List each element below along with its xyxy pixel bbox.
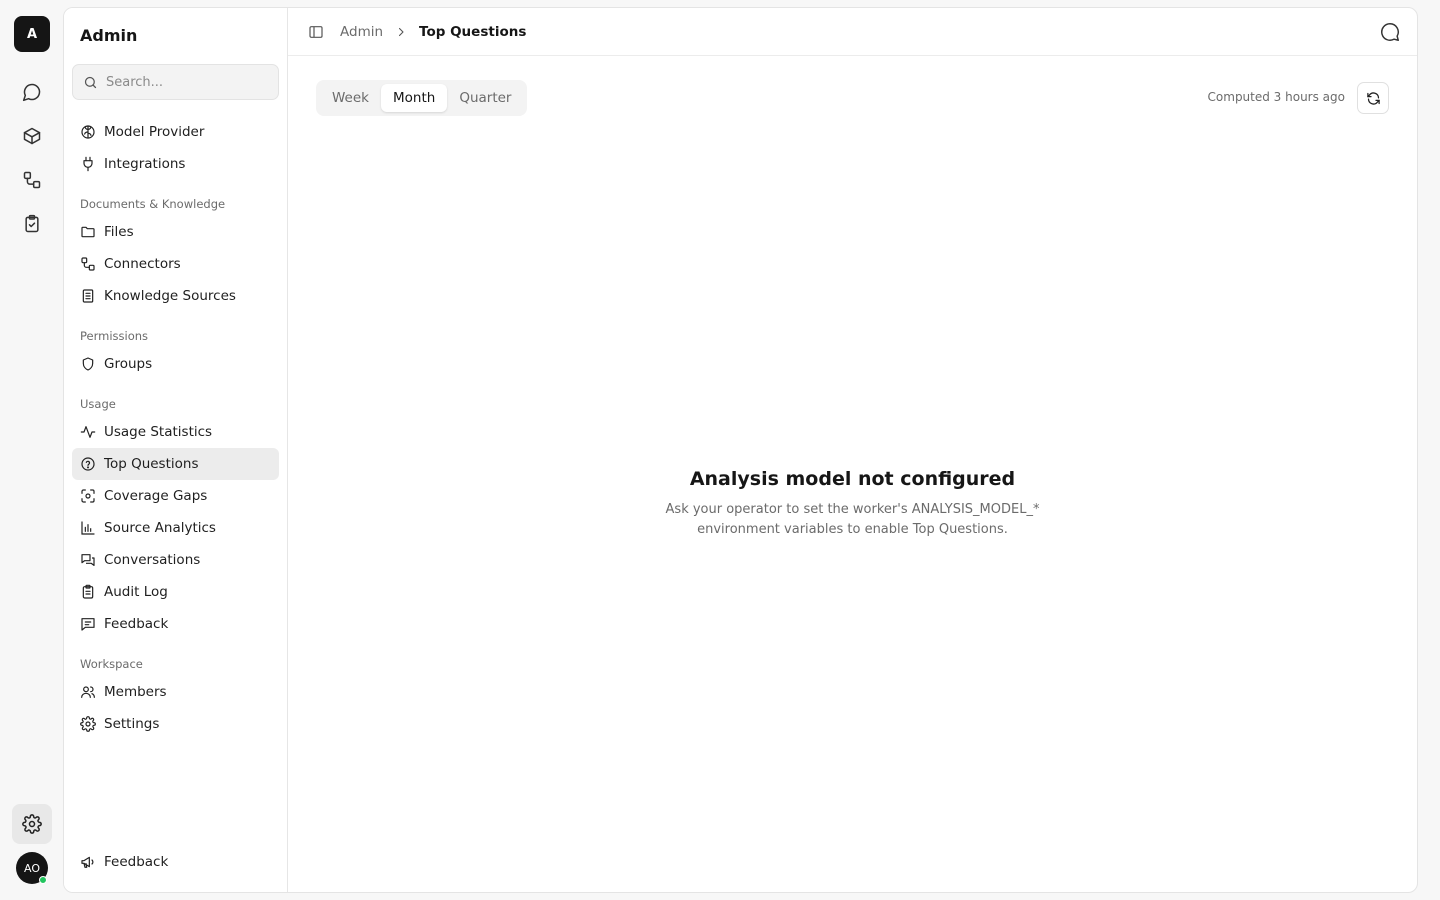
megaphone-icon (80, 854, 96, 870)
section-label-permissions: Permissions (80, 329, 149, 343)
nav-item-members[interactable]: Members (72, 676, 279, 708)
sidebar-toggle-icon[interactable] (308, 24, 324, 40)
message-square-text-icon (80, 616, 96, 632)
nav-item-label: Audit Log (104, 584, 168, 600)
nav-item-label: Groups (104, 356, 153, 372)
nav-item-label: Top Questions (104, 456, 199, 472)
chat-bubble-icon[interactable] (20, 80, 44, 104)
admin-panel: Admin Model Provider Integrations Docume… (63, 7, 1418, 893)
empty-state-description: Ask your operator to set the worker's AN… (665, 502, 1040, 537)
gear-icon (80, 716, 96, 732)
nav-item-label: Feedback (104, 616, 169, 632)
plug-icon (80, 156, 96, 172)
folder-icon (80, 224, 96, 240)
document-icon (80, 288, 96, 304)
section-label-documents: Documents & Knowledge (80, 197, 226, 211)
workspace-logo[interactable]: A (14, 16, 50, 52)
tab-quarter[interactable]: Quarter (447, 84, 523, 112)
chevron-right-icon (395, 26, 407, 38)
question-circle-icon (80, 456, 96, 472)
chat-icon[interactable] (1379, 21, 1401, 43)
nav-item-top-questions[interactable]: Top Questions (72, 448, 279, 480)
tab-month[interactable]: Month (381, 84, 448, 112)
users-icon (80, 684, 96, 700)
nav-item-label: Usage Statistics (104, 424, 213, 440)
user-avatar[interactable]: AO (16, 852, 48, 884)
section-label-usage: Usage (80, 397, 116, 411)
scan-icon (80, 488, 96, 504)
sidebar-footer: Feedback (72, 846, 279, 878)
nav-item-feedback[interactable]: Feedback (72, 608, 279, 640)
nav-item-integrations[interactable]: Integrations (72, 148, 279, 180)
nav-item-label: Connectors (104, 256, 181, 272)
breadcrumb-admin[interactable]: Admin (340, 24, 383, 40)
nav-item-connectors[interactable]: Connectors (72, 248, 279, 280)
nav-item-settings[interactable]: Settings (72, 708, 279, 740)
admin-settings-button[interactable] (12, 804, 52, 844)
section-label-workspace: Workspace (80, 657, 143, 671)
nav-item-audit-log[interactable]: Audit Log (72, 576, 279, 608)
search-icon (83, 75, 98, 90)
brain-icon (80, 124, 96, 140)
activity-icon (80, 424, 96, 440)
sidebar-search[interactable] (72, 64, 279, 100)
tab-week[interactable]: Week (320, 84, 381, 112)
nav-item-files[interactable]: Files (72, 216, 279, 248)
nav-item-label: Members (104, 684, 167, 700)
nav-item-model-provider[interactable]: Model Provider (72, 116, 279, 148)
main-content: Admin Top Questions Week Month Quarter C… (288, 8, 1417, 892)
empty-state-title: Analysis model not configured (689, 468, 1016, 490)
nav-item-label: Model Provider (104, 124, 205, 140)
nav-item-label: Settings (104, 716, 160, 732)
refresh-button[interactable] (1357, 82, 1389, 114)
empty-state: Analysis model not configured Ask your o… (288, 468, 1417, 540)
conversations-icon (80, 552, 96, 568)
shield-icon (80, 356, 96, 372)
avatar-initials: AO (24, 861, 40, 875)
nav-item-conversations[interactable]: Conversations (72, 544, 279, 576)
nav-item-label: Feedback (104, 854, 169, 870)
sidebar-title: Admin (80, 26, 138, 45)
admin-nav: Model Provider Integrations Documents & … (72, 116, 279, 740)
online-status-dot (39, 876, 47, 884)
nav-item-knowledge-sources[interactable]: Knowledge Sources (72, 280, 279, 312)
search-input[interactable] (106, 74, 266, 90)
nav-item-label: Integrations (104, 156, 186, 172)
nav-item-label: Conversations (104, 552, 201, 568)
nav-item-label: Coverage Gaps (104, 488, 208, 504)
admin-sidebar: Admin Model Provider Integrations Docume… (64, 8, 288, 892)
send-feedback-link[interactable]: Feedback (72, 846, 279, 878)
connectors-icon (80, 256, 96, 272)
nav-item-source-analytics[interactable]: Source Analytics (72, 512, 279, 544)
nav-item-coverage-gaps[interactable]: Coverage Gaps (72, 480, 279, 512)
nav-item-usage-statistics[interactable]: Usage Statistics (72, 416, 279, 448)
nav-item-groups[interactable]: Groups (72, 348, 279, 380)
period-tabs: Week Month Quarter (316, 80, 528, 116)
nav-item-label: Files (104, 224, 134, 240)
icon-rail: A AO (0, 0, 64, 900)
computed-timestamp: Computed 3 hours ago (1207, 90, 1345, 104)
breadcrumb-current: Top Questions (419, 23, 527, 40)
top-bar: Admin Top Questions (288, 8, 1417, 56)
bar-chart-icon (80, 520, 96, 536)
nav-item-label: Source Analytics (104, 520, 216, 536)
nav-item-label: Knowledge Sources (104, 288, 236, 304)
gear-icon (22, 814, 42, 834)
connectors-icon[interactable] (20, 168, 44, 192)
refresh-icon (1366, 91, 1381, 106)
clipboard-list-icon (80, 584, 96, 600)
cube-icon[interactable] (20, 124, 44, 148)
clipboard-check-icon[interactable] (20, 212, 44, 236)
